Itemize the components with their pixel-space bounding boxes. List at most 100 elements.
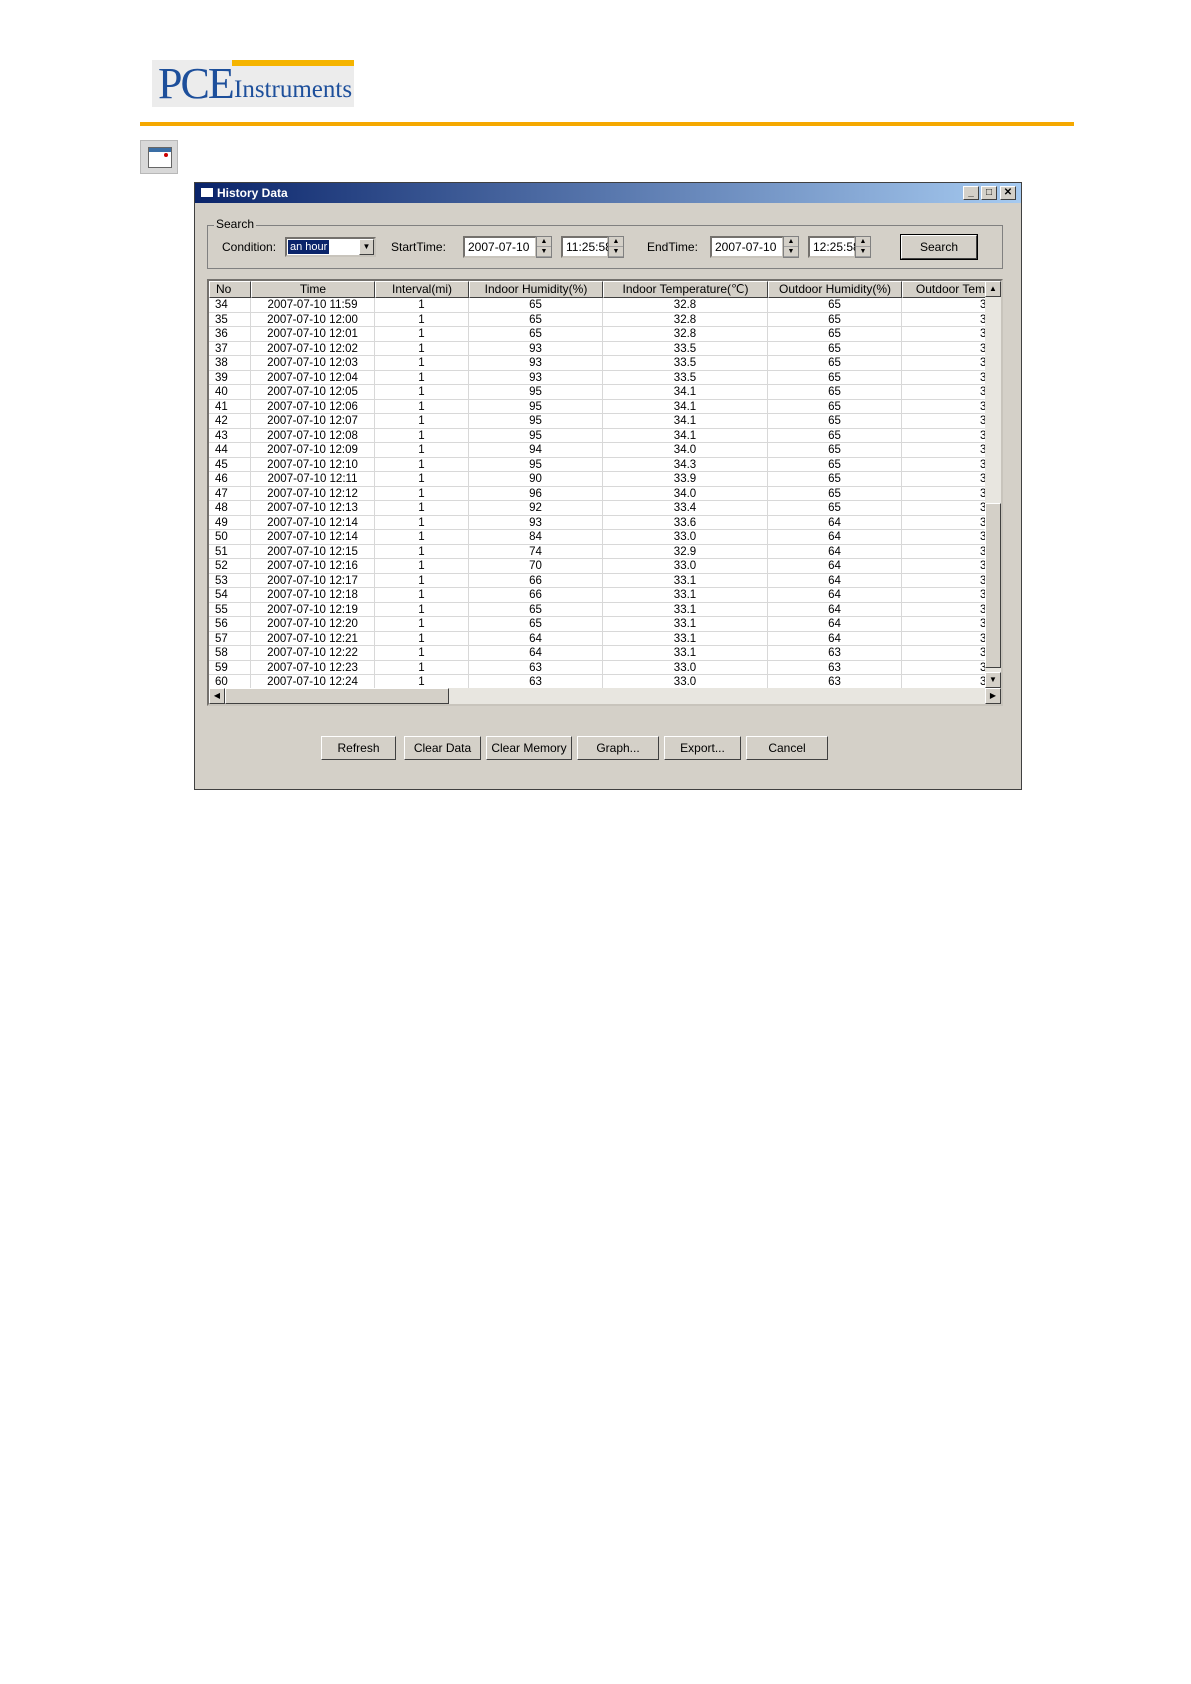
- scroll-up-icon[interactable]: ▲: [985, 281, 1001, 297]
- table-row[interactable]: 422007-07-10 12:0719534.16532.: [209, 414, 999, 429]
- table-cell: 65: [469, 602, 603, 616]
- end-date-field[interactable]: 2007-07-10: [710, 236, 784, 258]
- table-cell: 34.0: [603, 443, 768, 457]
- table-row[interactable]: 452007-07-10 12:1019534.36532.: [209, 457, 999, 472]
- table-row[interactable]: 402007-07-10 12:0519534.16532.: [209, 385, 999, 400]
- end-time-field[interactable]: 12:25:58: [808, 236, 860, 258]
- table-cell: 1: [375, 428, 469, 442]
- table-row[interactable]: 522007-07-10 12:1617033.06432.: [209, 559, 999, 574]
- table-row[interactable]: 342007-07-10 11:5916532.86532.: [209, 298, 999, 313]
- end-time-spinner[interactable]: ▲ ▼: [855, 236, 871, 258]
- table-cell: 1: [375, 486, 469, 500]
- table-cell: 2007-07-10 12:17: [251, 573, 375, 587]
- table-row[interactable]: 362007-07-10 12:0116532.86532.: [209, 327, 999, 342]
- table-row[interactable]: 542007-07-10 12:1816633.16432.: [209, 588, 999, 603]
- column-header-interval[interactable]: Interval(mi): [375, 281, 469, 298]
- table-row[interactable]: 352007-07-10 12:0016532.86532.: [209, 312, 999, 327]
- chevron-down-icon[interactable]: ▼: [359, 239, 374, 255]
- start-time-field[interactable]: 11:25:58: [561, 236, 612, 258]
- table-cell: 2007-07-10 12:01: [251, 327, 375, 341]
- table-row[interactable]: 502007-07-10 12:1418433.06432.: [209, 530, 999, 545]
- table-cell: 2007-07-10 12:06: [251, 399, 375, 413]
- table-row[interactable]: 392007-07-10 12:0419333.56532.: [209, 370, 999, 385]
- vertical-scroll-thumb[interactable]: [985, 503, 1001, 668]
- horizontal-scroll-thumb[interactable]: [225, 688, 449, 704]
- column-header-time[interactable]: Time: [251, 281, 375, 298]
- table-row[interactable]: 382007-07-10 12:0319333.56532.: [209, 356, 999, 371]
- vertical-scrollbar[interactable]: ▲ ▼: [985, 281, 1001, 688]
- table-row[interactable]: 572007-07-10 12:2116433.16432.: [209, 631, 999, 646]
- table-row[interactable]: 432007-07-10 12:0819534.16532.: [209, 428, 999, 443]
- minimize-button[interactable]: _: [963, 186, 979, 200]
- table-cell: 1: [375, 370, 469, 384]
- graph-button[interactable]: Graph...: [577, 736, 659, 760]
- table-cell: 1: [375, 312, 469, 326]
- table-row[interactable]: 482007-07-10 12:1319233.46532.: [209, 501, 999, 516]
- table-cell: 63: [768, 660, 902, 674]
- condition-select[interactable]: an hour ▼: [285, 237, 376, 257]
- start-date-field[interactable]: 2007-07-10: [463, 236, 537, 258]
- table-cell: 93: [469, 356, 603, 370]
- maximize-button[interactable]: □: [981, 186, 997, 200]
- table-cell: 66: [469, 588, 603, 602]
- table-row[interactable]: 592007-07-10 12:2316333.06332.: [209, 660, 999, 675]
- table-cell: 33.6: [603, 515, 768, 529]
- search-button[interactable]: Search: [900, 234, 978, 260]
- table-row[interactable]: 492007-07-10 12:1419333.66432.: [209, 515, 999, 530]
- table-row[interactable]: 442007-07-10 12:0919434.06532.: [209, 443, 999, 458]
- column-header-indoor-temperature[interactable]: Indoor Temperature(℃): [603, 281, 768, 298]
- column-header-indoor-humidity[interactable]: Indoor Humidity(%): [469, 281, 603, 298]
- scroll-right-icon[interactable]: ▶: [985, 688, 1001, 704]
- table-cell: 2007-07-10 12:14: [251, 530, 375, 544]
- table-cell: 65: [768, 370, 902, 384]
- table-row[interactable]: 372007-07-10 12:0219333.56532.: [209, 341, 999, 356]
- table-cell: 65: [768, 385, 902, 399]
- horizontal-scrollbar[interactable]: ◀ ▶: [209, 688, 1001, 704]
- table-cell: 64: [768, 573, 902, 587]
- table-cell: 2007-07-10 12:20: [251, 617, 375, 631]
- condition-label: Condition:: [222, 240, 277, 254]
- column-header-outdoor-humidity[interactable]: Outdoor Humidity(%): [768, 281, 902, 298]
- scroll-down-icon[interactable]: ▼: [985, 672, 1001, 688]
- end-date-spinner[interactable]: ▲ ▼: [783, 236, 799, 258]
- table-cell: 34.1: [603, 385, 768, 399]
- table-cell: 65: [768, 399, 902, 413]
- table-cell: 1: [375, 631, 469, 645]
- table-row[interactable]: 562007-07-10 12:2016533.16432.: [209, 617, 999, 632]
- refresh-button[interactable]: Refresh: [321, 736, 396, 760]
- table-cell: 1: [375, 457, 469, 471]
- cancel-button[interactable]: Cancel: [746, 736, 828, 760]
- start-time-label: StartTime:: [391, 240, 446, 254]
- table-row[interactable]: 472007-07-10 12:1219634.06532.: [209, 486, 999, 501]
- table-row[interactable]: 462007-07-10 12:1119033.96532.: [209, 472, 999, 487]
- table-cell: 34.1: [603, 414, 768, 428]
- table-cell: 1: [375, 515, 469, 529]
- table-row[interactable]: 512007-07-10 12:1517432.96432.: [209, 544, 999, 559]
- clear-memory-button[interactable]: Clear Memory: [486, 736, 572, 760]
- table-cell: 46: [209, 472, 251, 486]
- start-time-spinner[interactable]: ▲ ▼: [608, 236, 624, 258]
- window-title: History Data: [217, 186, 288, 200]
- table-row[interactable]: 552007-07-10 12:1916533.16432.: [209, 602, 999, 617]
- table-cell: 63: [768, 675, 902, 689]
- table-cell: 63: [469, 675, 603, 689]
- close-button[interactable]: ✕: [1000, 186, 1016, 200]
- table-cell: 65: [469, 327, 603, 341]
- table-cell: 33.0: [603, 530, 768, 544]
- table-cell: 42: [209, 414, 251, 428]
- table-cell: 33.5: [603, 370, 768, 384]
- export-button[interactable]: Export...: [664, 736, 741, 760]
- start-date-spinner[interactable]: ▲ ▼: [536, 236, 552, 258]
- table-cell: 2007-07-10 12:08: [251, 428, 375, 442]
- window-titlebar[interactable]: History Data _ □ ✕: [195, 183, 1021, 203]
- clear-data-button[interactable]: Clear Data: [404, 736, 481, 760]
- table-row[interactable]: 532007-07-10 12:1716633.16432.: [209, 573, 999, 588]
- table-cell: 2007-07-10 11:59: [251, 298, 375, 312]
- table-cell: 65: [469, 298, 603, 312]
- table-row[interactable]: 412007-07-10 12:0619534.16532.: [209, 399, 999, 414]
- column-header-no[interactable]: No: [209, 281, 251, 298]
- table-row[interactable]: 582007-07-10 12:2216433.16332.: [209, 646, 999, 661]
- table-cell: 33.0: [603, 559, 768, 573]
- table-cell: 1: [375, 501, 469, 515]
- scroll-left-icon[interactable]: ◀: [209, 688, 225, 704]
